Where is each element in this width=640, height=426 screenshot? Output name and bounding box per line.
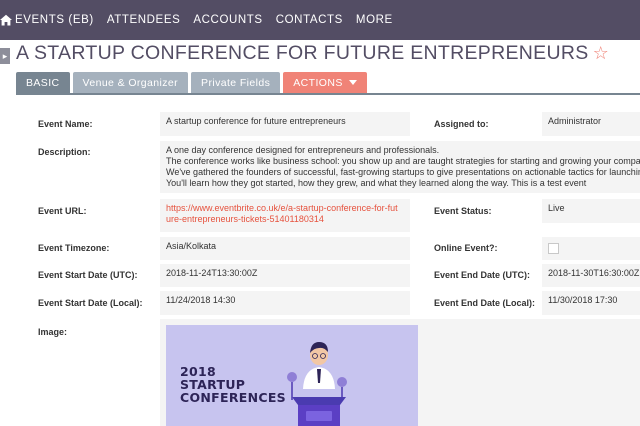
online-event-checkbox[interactable] (548, 243, 559, 254)
online-event-label: Online Event?: (434, 243, 498, 253)
nav-more[interactable]: MORE (356, 14, 393, 26)
tab-basic[interactable]: BASIC (16, 72, 70, 93)
start-utc-text: 2018-11-24T13:30:00Z (166, 268, 258, 278)
event-url-link[interactable]: https://www.eventbrite.co.uk/e/a-startup… (166, 203, 402, 225)
event-banner-image: 2018 STARTUP CONFERENCES (166, 325, 418, 426)
star-outline-icon[interactable]: ☆ (593, 43, 609, 64)
event-status-value: Live (542, 199, 640, 223)
event-url-value: https://www.eventbrite.co.uk/e/a-startup… (160, 199, 410, 232)
tab-venue-label: Venue & Organizer (82, 76, 179, 89)
end-utc-value: 2018-11-30T16:30:00Z (542, 264, 640, 287)
event-status-text: Live (548, 203, 565, 213)
start-utc-label: Event Start Date (UTC): (38, 270, 138, 280)
actions-button[interactable]: ACTIONS (283, 72, 367, 93)
home-icon[interactable] (0, 0, 12, 40)
top-navigation: EVENTS (EB) ATTENDEES ACCOUNTS CONTACTS … (0, 0, 640, 40)
event-timezone-label: Event Timezone: (38, 243, 110, 253)
description-line: We've gathered the founders of successfu… (166, 167, 640, 177)
event-timezone-value: Asia/Kolkata (160, 237, 410, 260)
online-event-value (542, 237, 640, 260)
speaker-illustration (287, 342, 347, 426)
nav-accounts[interactable]: ACCOUNTS (193, 14, 262, 26)
end-local-label: Event End Date (Local): (434, 298, 536, 308)
start-local-label: Event Start Date (Local): (38, 298, 143, 308)
start-local-value: 11/24/2018 14:30 (160, 291, 410, 315)
page-title: A STARTUP CONFERENCE FOR FUTURE ENTREPRE… (16, 40, 609, 66)
assigned-to-text: Administrator (548, 116, 602, 126)
event-url-label: Event URL: (38, 206, 87, 216)
assigned-to-label: Assigned to: (434, 119, 489, 129)
description-line: A one day conference designed for entrep… (166, 145, 440, 155)
chevron-right-icon: ▸ (2, 50, 8, 61)
detail-tabs: BASIC Venue & Organizer Private Fields A… (16, 72, 367, 93)
nav-events-eb[interactable]: EVENTS (EB) (15, 14, 94, 26)
page-title-text: A STARTUP CONFERENCE FOR FUTURE ENTREPRE… (16, 41, 589, 64)
caret-down-icon (348, 80, 357, 85)
event-name-label: Event Name: (38, 119, 93, 129)
event-name-text: A startup conference for future entrepre… (166, 116, 346, 126)
sidebar-toggle[interactable]: ▸ (0, 48, 10, 64)
description-line: You'll learn how they got started, how t… (166, 178, 587, 188)
end-utc-label: Event End Date (UTC): (434, 270, 531, 280)
image-label: Image: (38, 327, 68, 337)
event-status-label: Event Status: (434, 206, 492, 216)
nav-attendees[interactable]: ATTENDEES (107, 14, 181, 26)
tab-venue-organizer[interactable]: Venue & Organizer (72, 72, 189, 93)
actions-label: ACTIONS (293, 76, 343, 89)
description-value: A one day conference designed for entrep… (160, 141, 640, 193)
end-local-value: 11/30/2018 17:30 (542, 291, 640, 315)
start-utc-value: 2018-11-24T13:30:00Z (160, 264, 410, 287)
assigned-to-value: Administrator (542, 112, 640, 136)
tab-basic-label: BASIC (26, 76, 60, 89)
event-name-value: A startup conference for future entrepre… (160, 112, 410, 136)
tab-private-fields[interactable]: Private Fields (191, 72, 281, 93)
nav-contacts[interactable]: CONTACTS (276, 14, 343, 26)
end-local-text: 11/30/2018 17:30 (548, 295, 618, 305)
description-line: The conference works like business schoo… (166, 156, 640, 166)
description-label: Description: (38, 147, 91, 157)
end-utc-text: 2018-11-30T16:30:00Z (548, 268, 640, 278)
start-local-text: 11/24/2018 14:30 (166, 295, 236, 305)
tab-private-label: Private Fields (201, 76, 271, 89)
event-timezone-text: Asia/Kolkata (166, 241, 217, 251)
